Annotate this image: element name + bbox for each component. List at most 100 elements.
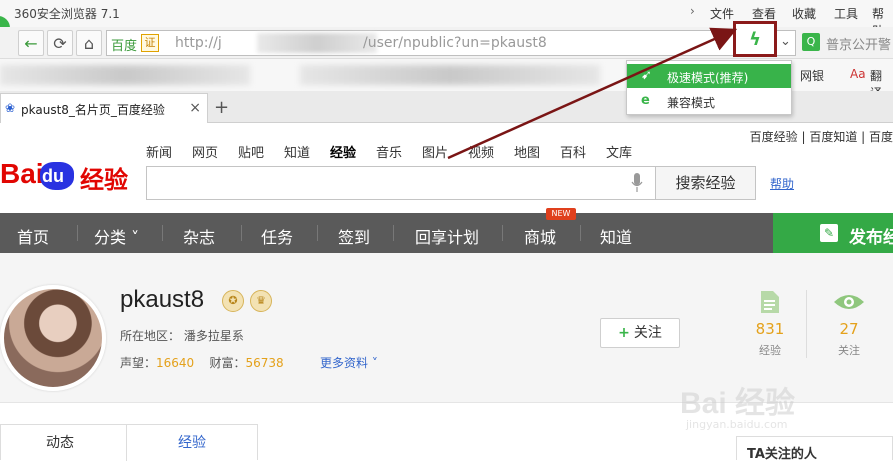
nav-checkin[interactable]: 签到	[338, 224, 370, 248]
watermark-logo: Bai 经验	[680, 387, 796, 420]
tab-activity[interactable]: 动态	[46, 432, 74, 452]
translate-icon[interactable]: Aa	[850, 67, 866, 81]
reputation-label: 声望：	[120, 356, 157, 370]
channel-zhidao[interactable]: 知道	[284, 142, 310, 161]
new-badge: NEW	[546, 208, 576, 220]
author-badge-icon[interactable]: ✪	[222, 290, 244, 312]
refresh-icon: ⟳	[53, 33, 67, 53]
channel-map[interactable]: 地图	[514, 142, 540, 161]
help-link[interactable]: 帮助	[770, 175, 794, 192]
stat-label: 经验	[759, 344, 781, 357]
address-url-prefix: http://j	[175, 35, 222, 51]
nav-magazine[interactable]: 杂志	[183, 224, 215, 248]
menu-file[interactable]: 文件	[710, 5, 734, 22]
logo-jingyan: 经验	[80, 166, 128, 194]
nav-divider	[241, 225, 242, 241]
channel-music[interactable]: 音乐	[376, 142, 402, 161]
menu-item-label: 极速模式(推荐)	[667, 71, 749, 85]
speed-mode-button[interactable]: ϟ	[733, 21, 777, 57]
user-stats: 声望：16640 财富：56738	[120, 354, 284, 371]
address-bar[interactable]: 百度 证 http://j /user/npublic?un=pkaust8	[106, 30, 796, 56]
logo-bai: Bai	[0, 158, 44, 189]
channel-jingyan[interactable]: 经验	[330, 142, 356, 161]
menu-favorites[interactable]: 收藏	[792, 5, 816, 22]
cert-icon[interactable]: 证	[141, 34, 159, 52]
menu-tools[interactable]: 工具	[834, 5, 858, 22]
nav-divider	[580, 225, 581, 241]
channel-wenku[interactable]: 文库	[606, 142, 632, 161]
reputation-value: 16640	[156, 356, 195, 370]
nav-divider	[393, 225, 394, 241]
address-url-path: /user/npublic?un=pkaust8	[363, 35, 547, 51]
nav-mall[interactable]: 商城	[524, 224, 556, 248]
chevron-down-icon[interactable]: ⌄	[780, 34, 791, 49]
bookmark-bank[interactable]: 网银	[800, 67, 824, 84]
avatar[interactable]	[0, 285, 106, 391]
ie-icon: e	[641, 93, 650, 108]
nav-tasks[interactable]: 任务	[261, 224, 293, 248]
follow-button[interactable]: + 关注	[600, 318, 680, 348]
nav-divider	[77, 225, 78, 241]
refresh-button[interactable]: ⟳	[47, 30, 73, 56]
wealth-value: 56738	[245, 356, 284, 370]
search-input[interactable]	[146, 166, 656, 200]
search-engine-icon: Q	[802, 33, 820, 51]
menu-item-fast-mode[interactable]: ➹ 极速模式(推荐)	[627, 64, 791, 88]
channel-web[interactable]: 网页	[192, 142, 218, 161]
location: 所在地区： 潘多拉星系	[120, 327, 244, 344]
nav-divider	[502, 225, 503, 241]
wealth-label: 财富：	[209, 356, 246, 370]
baidu-logo[interactable]: Bai du 经验	[0, 150, 140, 200]
bolt-icon: ϟ	[749, 28, 761, 50]
speed-mode-menu: ➹ 极速模式(推荐) e 兼容模式	[626, 60, 792, 115]
site-name: 百度	[111, 39, 138, 54]
back-button[interactable]: ←	[18, 30, 44, 56]
tab-experience[interactable]: 经验	[178, 432, 206, 452]
menu-view[interactable]: 查看	[752, 5, 776, 22]
app-title: 360安全浏览器 7.1	[14, 7, 120, 21]
home-button[interactable]: ⌂	[76, 30, 102, 56]
honor-badge-icon[interactable]: ♛	[250, 290, 272, 312]
search-suggestion: 普京公开警	[826, 38, 892, 53]
stat-divider	[806, 290, 807, 358]
home-icon: ⌂	[83, 33, 95, 53]
tab-active[interactable]: ❀ pkaust8_名片页_百度经验 ×	[0, 93, 208, 123]
chevron-right-icon[interactable]: ›	[690, 4, 695, 18]
channel-images[interactable]: 图片	[422, 142, 448, 161]
logo-du: du	[42, 166, 64, 186]
publish-button[interactable]: ✎ 发布经验	[773, 213, 893, 253]
nav-home[interactable]: 首页	[17, 224, 49, 248]
publish-label: 发布经验	[849, 228, 893, 248]
top-links[interactable]: 百度经验 | 百度知道 | 百度	[750, 128, 893, 145]
search-button[interactable]: 搜索经验	[656, 166, 756, 200]
blurred-bookmarks	[300, 65, 600, 85]
main-nav: 首页 分类 ˅ 杂志 任务 签到 回享计划 商城 知道	[0, 213, 893, 253]
more-info-link[interactable]: 更多资料 ˅	[320, 354, 378, 371]
bolt-icon: ➹	[641, 68, 652, 83]
nav-divider	[317, 225, 318, 241]
channel-video[interactable]: 视频	[468, 142, 494, 161]
user-name: pkaust8	[120, 286, 205, 313]
location-label: 所在地区：	[120, 329, 181, 343]
stat-following[interactable]: 27 关注	[819, 290, 879, 358]
content-tabs: 动态 经验	[0, 424, 258, 461]
menu-item-compat-mode[interactable]: e 兼容模式	[627, 89, 791, 113]
browser-search[interactable]: Q 普京公开警	[802, 32, 893, 54]
document-icon	[761, 291, 779, 313]
baidu-paw-icon: ❀	[5, 101, 16, 115]
tab-divider	[126, 425, 127, 461]
watermark-url: jingyan.baidu.com	[686, 418, 788, 431]
channel-tieba[interactable]: 贴吧	[238, 142, 264, 161]
nav-reward-plan[interactable]: 回享计划	[415, 224, 479, 248]
back-arrow-icon: ←	[24, 33, 38, 53]
new-tab-button[interactable]: +	[214, 97, 229, 118]
nav-zhidao[interactable]: 知道	[600, 224, 632, 248]
channel-news[interactable]: 新闻	[146, 142, 172, 161]
microphone-icon[interactable]	[631, 173, 643, 193]
tab-close-icon[interactable]: ×	[189, 100, 201, 116]
eye-icon	[834, 295, 864, 309]
nav-category[interactable]: 分类 ˅	[94, 224, 139, 248]
stat-experience[interactable]: 831 经验	[740, 290, 800, 358]
channel-baike[interactable]: 百科	[560, 142, 586, 161]
edit-icon: ✎	[820, 224, 838, 242]
